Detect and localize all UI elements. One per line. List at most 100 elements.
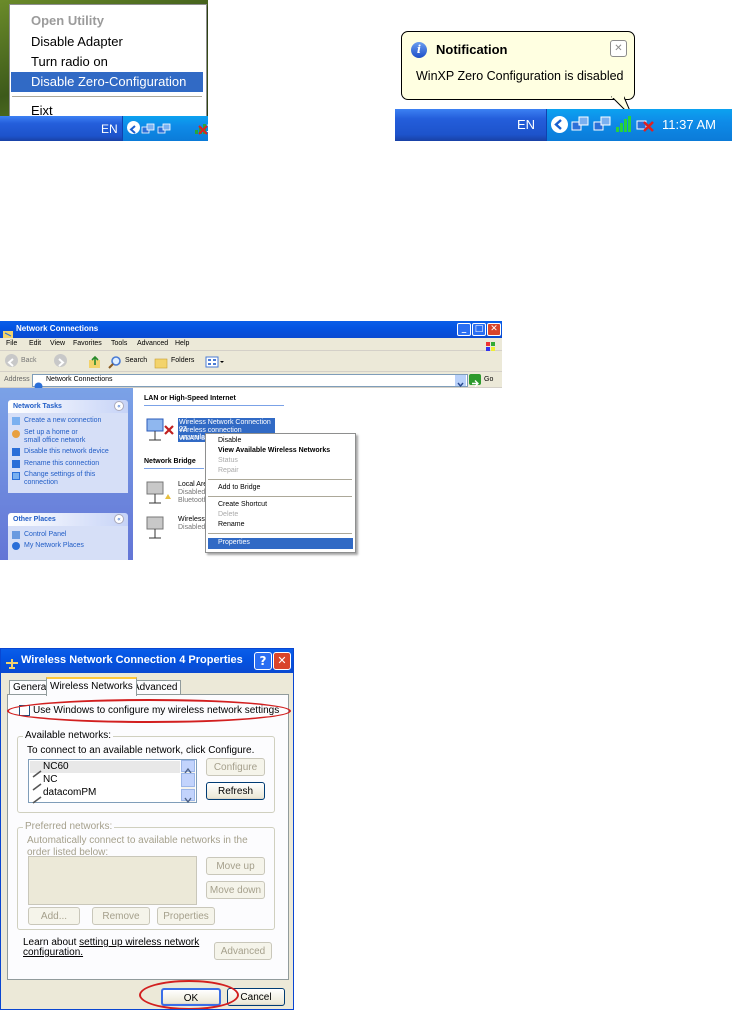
language-indicator[interactable]: EN <box>101 122 118 136</box>
close-button[interactable]: ✕ <box>487 323 501 336</box>
toolbar: Back Search Folders <box>0 351 502 372</box>
properties-button[interactable]: Properties <box>157 907 215 925</box>
network-icon[interactable] <box>141 121 155 135</box>
menu-item-turn-radio-on[interactable]: Turn radio on <box>11 52 203 72</box>
collapse-icon[interactable]: « <box>114 514 124 524</box>
available-networks-text: To connect to an available network, clic… <box>27 745 255 756</box>
task-change-settings[interactable]: Change settings of this connection <box>24 471 110 487</box>
back-label[interactable]: Back <box>21 357 37 364</box>
scroll-down-icon[interactable] <box>181 789 195 804</box>
search-icon[interactable] <box>108 354 122 369</box>
preferred-networks-list[interactable] <box>28 856 197 905</box>
place-control-panel[interactable]: Control Panel <box>24 531 66 538</box>
network-item[interactable]: datacomPM <box>43 787 96 798</box>
network-icon[interactable] <box>593 115 611 133</box>
wireless-connection-icon[interactable] <box>145 416 175 444</box>
ctx-rename[interactable]: Rename <box>218 521 244 528</box>
scroll-up-icon[interactable] <box>181 760 195 774</box>
menu-separator <box>208 496 352 497</box>
folders-label[interactable]: Folders <box>171 357 194 364</box>
ctx-properties[interactable]: Properties <box>218 539 250 546</box>
close-icon[interactable]: ✕ <box>610 40 627 57</box>
info-icon: i <box>411 42 427 58</box>
tab-wireless-networks[interactable]: Wireless Networks <box>46 677 137 696</box>
address-input[interactable]: Network Connections <box>32 374 468 391</box>
ctx-status: Status <box>218 457 238 464</box>
task-rename-connection[interactable]: Rename this connection <box>24 460 99 467</box>
go-button[interactable]: Go <box>484 376 493 383</box>
chevron-down-icon[interactable] <box>455 375 466 388</box>
network-tasks-header[interactable]: Network Tasks « <box>8 400 128 413</box>
properties-dialog: Wireless Network Connection 4 Properties… <box>0 648 294 1010</box>
wireless-antenna-icon <box>32 763 42 778</box>
help-button[interactable]: ? <box>254 652 272 670</box>
learn-about-link[interactable]: setting up wireless network <box>79 937 199 948</box>
move-down-button[interactable]: Move down <box>206 881 265 899</box>
menu-view[interactable]: View <box>50 340 65 347</box>
network-item[interactable]: NC <box>43 774 57 785</box>
folders-icon[interactable] <box>154 354 168 369</box>
language-indicator[interactable]: EN <box>517 117 535 132</box>
refresh-button[interactable]: Refresh <box>206 782 265 800</box>
menu-tools[interactable]: Tools <box>111 340 127 347</box>
move-up-button[interactable]: Move up <box>206 857 265 875</box>
network-tasks-title: Network Tasks <box>13 403 62 410</box>
network-icon[interactable] <box>157 121 171 135</box>
disable-device-icon <box>12 448 20 456</box>
close-button[interactable]: ✕ <box>273 652 291 670</box>
place-my-network-places[interactable]: My Network Places <box>24 542 84 549</box>
views-icon[interactable] <box>205 354 225 368</box>
local-connection-icon[interactable] <box>145 479 175 507</box>
menu-help[interactable]: Help <box>175 340 189 347</box>
available-networks-list[interactable]: NC60 NC datacomPM <box>28 759 197 804</box>
ctx-add-to-bridge[interactable]: Add to Bridge <box>218 484 260 491</box>
tray-expand-icon[interactable] <box>551 116 568 133</box>
wireless-signal-icon[interactable] <box>614 114 634 134</box>
advanced-button[interactable]: Advanced <box>214 942 272 960</box>
forward-arrow-icon[interactable] <box>54 354 67 367</box>
disconnected-network-icon[interactable] <box>636 115 654 133</box>
taskbar-clock: 11:37 AM <box>662 117 716 132</box>
network-folder-icon <box>34 376 43 391</box>
task-disable-device[interactable]: Disable this network device <box>24 448 109 455</box>
minimize-button[interactable]: _ <box>457 323 471 336</box>
menu-file[interactable]: File <box>6 340 17 347</box>
network-item[interactable]: NC60 <box>43 761 69 772</box>
ctx-disable[interactable]: Disable <box>218 437 241 444</box>
task-create-connection[interactable]: Create a new connection <box>24 417 101 424</box>
ctx-view-wireless-networks[interactable]: View Available Wireless Networks <box>218 447 330 454</box>
tray-expand-icon[interactable] <box>127 121 140 134</box>
go-arrow-icon[interactable] <box>469 374 481 387</box>
other-places-title: Other Places <box>13 516 56 523</box>
new-connection-icon <box>12 417 20 425</box>
maximize-button[interactable]: □ <box>472 323 486 336</box>
list-scrollbar[interactable] <box>181 760 195 804</box>
available-networks-legend: Available networks: <box>23 730 113 741</box>
other-places-header[interactable]: Other Places « <box>8 513 128 526</box>
address-bar: Address Network Connections Go <box>0 372 502 391</box>
menu-edit[interactable]: Edit <box>29 340 41 347</box>
menu-favorites[interactable]: Favorites <box>73 340 102 347</box>
search-label[interactable]: Search <box>125 357 147 364</box>
wireless-connection-icon[interactable] <box>145 514 175 542</box>
settings-icon <box>12 472 20 480</box>
menu-advanced[interactable]: Advanced <box>137 340 168 347</box>
menu-item-disable-adapter[interactable]: Disable Adapter <box>11 32 203 52</box>
up-folder-icon[interactable] <box>88 354 102 368</box>
tab-advanced[interactable]: Advanced <box>129 680 182 695</box>
ctx-properties-row[interactable]: Properties <box>208 538 353 549</box>
back-arrow-icon[interactable] <box>5 354 18 367</box>
remove-button[interactable]: Remove <box>92 907 150 925</box>
collapse-icon[interactable]: « <box>114 401 124 411</box>
rename-icon <box>12 460 20 468</box>
scroll-thumb[interactable] <box>181 773 195 787</box>
windows-logo-icon <box>482 338 500 351</box>
learn-about-link-2[interactable]: configuration. <box>23 947 83 958</box>
add-button[interactable]: Add... <box>28 907 80 925</box>
network-icon[interactable] <box>571 115 589 133</box>
highlight-circle <box>7 699 291 723</box>
task-setup-home-network[interactable]: Set up a home or small office network <box>24 429 94 445</box>
configure-button[interactable]: Configure <box>206 758 265 776</box>
ctx-create-shortcut[interactable]: Create Shortcut <box>218 501 267 508</box>
menu-item-disable-zero-config[interactable]: Disable Zero-Configuration <box>11 72 203 92</box>
